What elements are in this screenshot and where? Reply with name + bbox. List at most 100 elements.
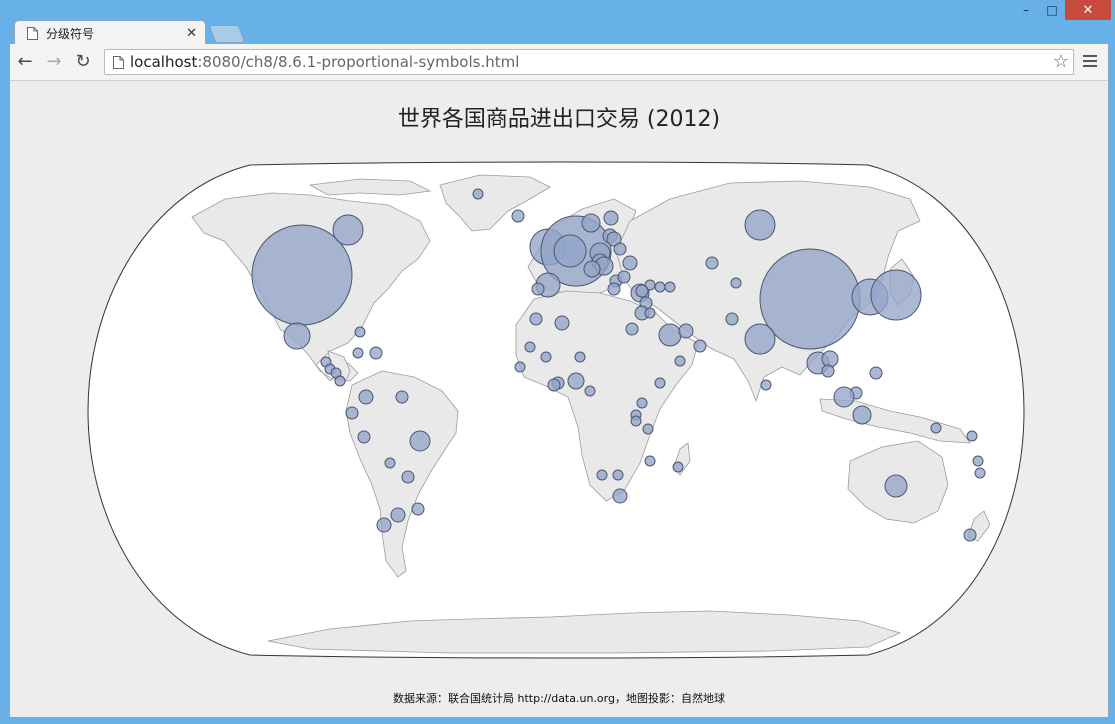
country-symbol[interactable]	[472, 188, 484, 200]
country-symbol[interactable]	[583, 260, 601, 278]
country-symbol[interactable]	[725, 312, 739, 326]
country-symbol[interactable]	[705, 256, 719, 270]
country-symbol[interactable]	[625, 322, 639, 336]
country-symbol[interactable]	[674, 355, 686, 367]
country-symbol[interactable]	[664, 281, 676, 293]
url-text: localhost:8080/ch8/8.6.1-proportional-sy…	[130, 53, 519, 71]
country-symbol[interactable]	[730, 277, 742, 289]
country-symbol[interactable]	[612, 469, 624, 481]
tab-close-icon[interactable]: ✕	[186, 26, 197, 41]
new-tab-button[interactable]	[208, 25, 246, 43]
country-symbol[interactable]	[354, 326, 366, 338]
country-symbol[interactable]	[644, 455, 656, 467]
country-symbol[interactable]	[345, 406, 359, 420]
bookmark-star-icon[interactable]: ☆	[1053, 51, 1069, 72]
country-symbol[interactable]	[596, 469, 608, 481]
country-symbol[interactable]	[334, 375, 346, 387]
country-symbol[interactable]	[613, 242, 627, 256]
country-symbol[interactable]	[852, 405, 872, 425]
source-suffix: ，地图投影：自然地球	[614, 692, 725, 705]
country-symbol[interactable]	[930, 422, 942, 434]
country-symbol[interactable]	[409, 430, 431, 452]
url-path: :8080/ch8/8.6.1-proportional-symbols.htm…	[197, 53, 520, 71]
country-symbol[interactable]	[642, 423, 654, 435]
country-symbol[interactable]	[352, 347, 364, 359]
country-symbol[interactable]	[644, 307, 656, 319]
country-symbol[interactable]	[617, 270, 631, 284]
forward-button[interactable]: →	[43, 50, 65, 72]
country-symbol[interactable]	[332, 214, 364, 246]
country-symbol[interactable]	[574, 351, 586, 363]
country-symbol[interactable]	[607, 282, 621, 296]
country-symbol[interactable]	[821, 350, 839, 368]
minimize-button[interactable]: –	[1013, 0, 1039, 20]
country-symbol[interactable]	[529, 312, 543, 326]
country-symbol[interactable]	[395, 390, 409, 404]
country-symbol[interactable]	[966, 430, 978, 442]
country-symbol[interactable]	[870, 269, 922, 321]
country-symbol[interactable]	[524, 341, 536, 353]
country-symbol[interactable]	[553, 234, 587, 268]
url-host: localhost	[130, 53, 198, 71]
country-symbol[interactable]	[622, 255, 638, 271]
page-icon	[113, 55, 124, 69]
country-symbol[interactable]	[744, 209, 776, 241]
country-symbol[interactable]	[833, 386, 855, 408]
menu-icon[interactable]	[1083, 52, 1097, 70]
country-symbol[interactable]	[612, 488, 628, 504]
country-symbol[interactable]	[603, 210, 619, 226]
country-symbol[interactable]	[554, 315, 570, 331]
close-window-button[interactable]: ✕	[1065, 0, 1111, 20]
back-button[interactable]: ←	[14, 50, 36, 72]
country-symbol[interactable]	[760, 379, 772, 391]
country-symbol[interactable]	[693, 339, 707, 353]
country-symbol[interactable]	[514, 361, 526, 373]
country-symbol[interactable]	[636, 397, 648, 409]
country-symbol[interactable]	[511, 209, 525, 223]
country-symbol[interactable]	[630, 415, 642, 427]
tab-title: 分级符号	[46, 26, 95, 41]
country-symbol[interactable]	[678, 323, 694, 339]
country-symbol[interactable]	[672, 461, 684, 473]
country-symbol[interactable]	[821, 364, 835, 378]
country-symbol[interactable]	[963, 528, 977, 542]
country-symbol[interactable]	[654, 377, 666, 389]
country-symbol[interactable]	[974, 467, 986, 479]
country-symbol[interactable]	[531, 282, 545, 296]
address-bar[interactable]: localhost:8080/ch8/8.6.1-proportional-sy…	[104, 49, 1074, 75]
country-symbol[interactable]	[540, 351, 552, 363]
country-symbol[interactable]	[654, 281, 666, 293]
country-symbol[interactable]	[884, 474, 908, 498]
country-symbol[interactable]	[376, 517, 392, 533]
country-symbol[interactable]	[401, 470, 415, 484]
source-note: 数据来源：联合国统计局 http://data.un.org，地图投影：自然地球	[10, 690, 1108, 706]
reload-button[interactable]: ↻	[72, 50, 94, 72]
country-symbol[interactable]	[658, 323, 682, 347]
country-symbol[interactable]	[358, 389, 374, 405]
country-symbol[interactable]	[283, 322, 311, 350]
world-map	[87, 161, 1025, 659]
country-symbol[interactable]	[635, 284, 649, 298]
country-symbol[interactable]	[584, 385, 596, 397]
maximize-button[interactable]: □	[1039, 0, 1065, 20]
country-symbol[interactable]	[369, 346, 383, 360]
window-controls: – □ ✕	[1013, 0, 1111, 20]
source-prefix: 数据来源：联合国统计局	[393, 692, 518, 705]
country-symbol[interactable]	[581, 213, 601, 233]
country-symbol[interactable]	[390, 507, 406, 523]
page-content: 世界各国商品进出口交易 (2012) 数据来源：联合国统计局 http://da…	[9, 80, 1109, 717]
country-symbol[interactable]	[384, 457, 396, 469]
browser-window: – □ ✕ 分级符号 ✕ ← → ↻ localhost:8080/ch8/8.…	[0, 0, 1115, 724]
country-symbol[interactable]	[411, 502, 425, 516]
country-symbol[interactable]	[567, 372, 585, 390]
country-symbol[interactable]	[357, 430, 371, 444]
country-symbol[interactable]	[972, 455, 984, 467]
country-symbol[interactable]	[744, 323, 776, 355]
source-link[interactable]: http://data.un.org	[518, 692, 615, 705]
page-title: 世界各国商品进出口交易 (2012)	[397, 107, 721, 132]
country-symbol[interactable]	[759, 248, 861, 350]
country-symbol[interactable]	[547, 378, 561, 392]
browser-toolbar: ← → ↻ localhost:8080/ch8/8.6.1-proportio…	[9, 44, 1109, 80]
browser-tab[interactable]: 分级符号 ✕	[14, 20, 206, 45]
country-symbol[interactable]	[869, 366, 883, 380]
